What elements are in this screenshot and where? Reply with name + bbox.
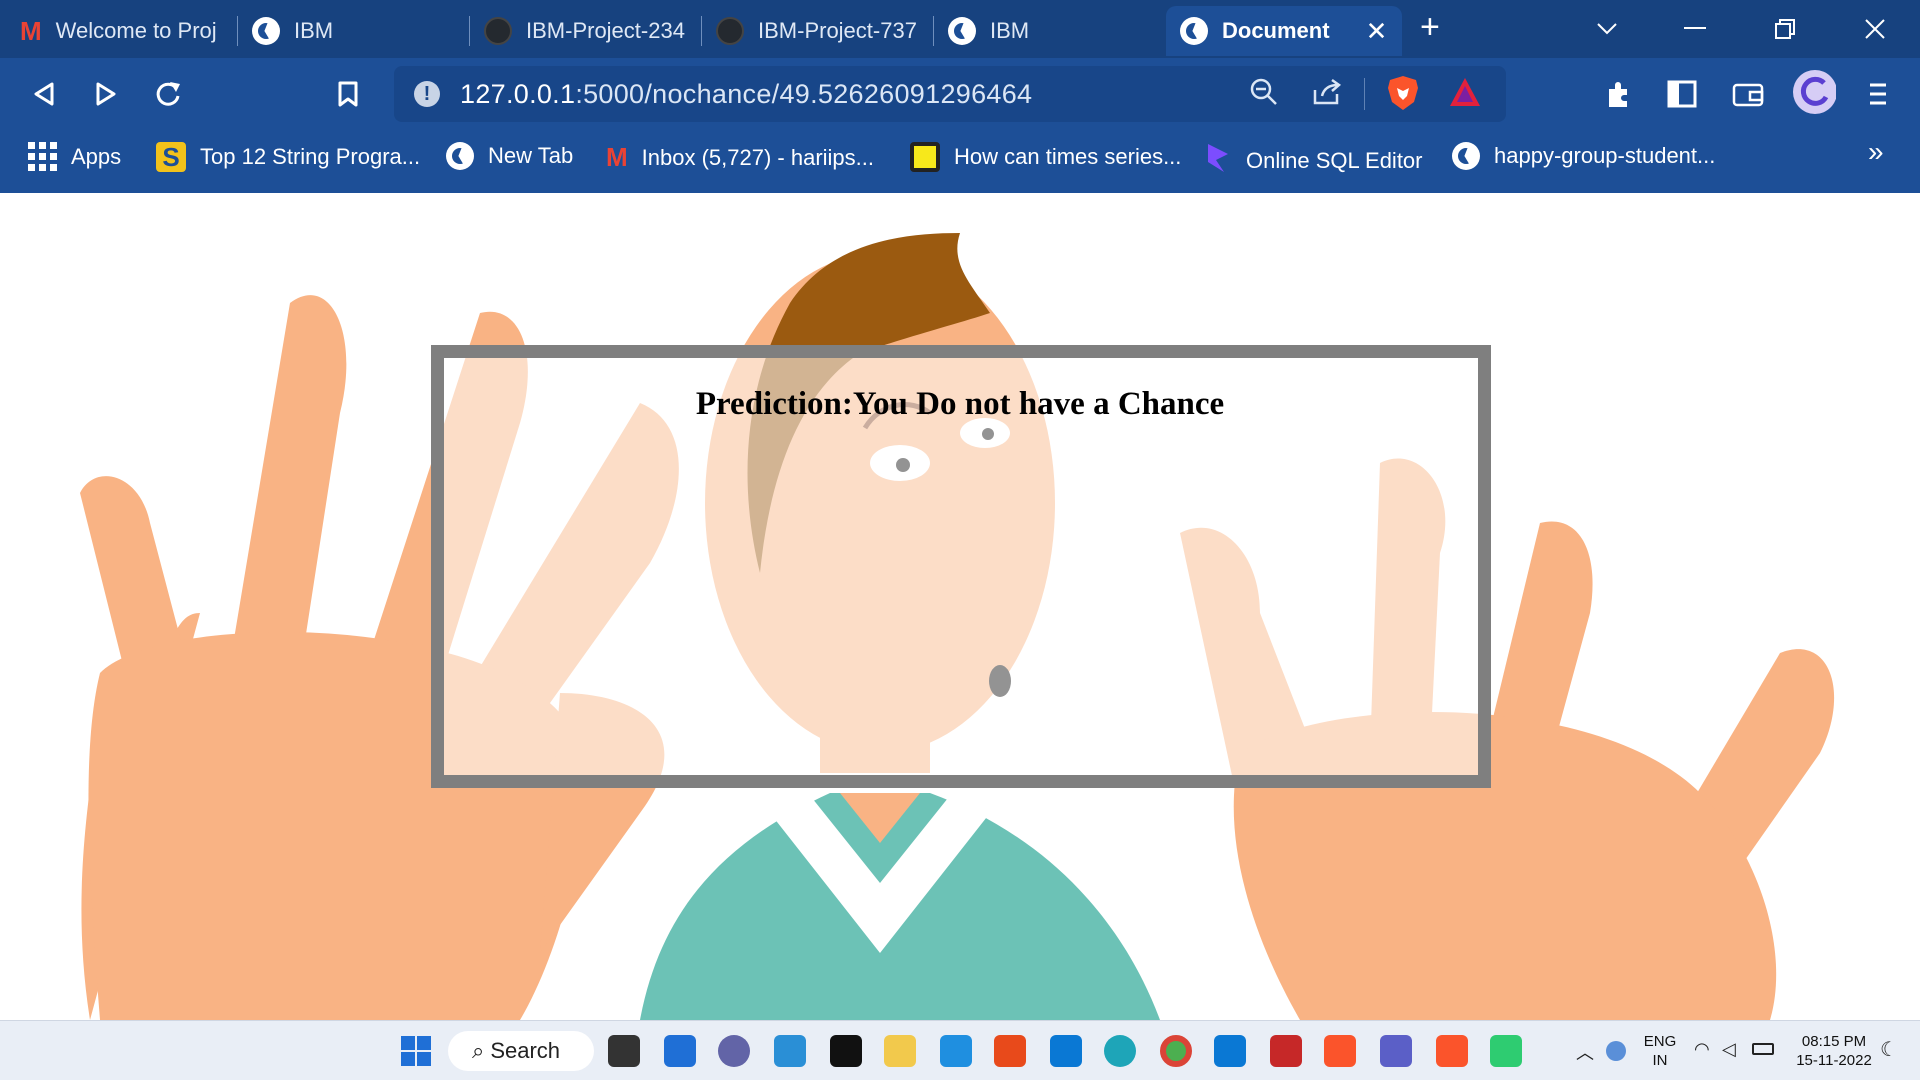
url-text[interactable]: 127.0.0.1:5000/nochance/49.5262609129646… <box>460 79 1032 110</box>
bookmark-happy-group[interactable]: happy-group-student... <box>1452 142 1715 170</box>
tab-ibm-project-737[interactable]: IBM-Project-737 <box>702 6 934 56</box>
brave-rewards-icon[interactable] <box>1448 76 1482 115</box>
l-app-icon[interactable] <box>940 1035 972 1067</box>
bookmark-apps[interactable]: Apps <box>28 142 121 171</box>
vscode-icon[interactable] <box>1214 1035 1246 1067</box>
widgets-icon[interactable] <box>664 1035 696 1067</box>
sql-editor-icon <box>1204 142 1232 180</box>
back-button[interactable] <box>22 72 66 116</box>
brave-active-icon[interactable] <box>1436 1035 1468 1067</box>
chrome-icon[interactable] <box>1160 1035 1192 1067</box>
globe-icon <box>948 17 976 45</box>
tab-ibm-2[interactable]: IBM <box>934 6 1166 56</box>
edge-icon[interactable] <box>1104 1035 1136 1067</box>
search-icon: ⌕ <box>472 1038 485 1063</box>
prediction-text: Prediction:You Do not have a Chance <box>695 386 1225 422</box>
task-view-icon[interactable] <box>608 1035 640 1067</box>
wallet-icon[interactable] <box>1726 72 1770 116</box>
tab-label: IBM <box>990 18 1030 43</box>
minimize-button[interactable] <box>1660 0 1730 58</box>
start-icon[interactable] <box>400 1035 432 1067</box>
clock[interactable]: 08:15 PM 15-11-2022 <box>1786 1032 1882 1070</box>
tab-strip: M Welcome to Proj IBM IBM-Project-234 IB… <box>0 0 1920 58</box>
brave-shields-icon[interactable] <box>1386 74 1420 119</box>
profile-avatar[interactable] <box>1792 70 1836 114</box>
volume-icon[interactable]: ◁ <box>1722 1039 1736 1060</box>
bookmark-label: Online SQL Editor <box>1246 148 1423 173</box>
brave-icon[interactable] <box>1324 1035 1356 1067</box>
tab-label: Document <box>1222 18 1330 43</box>
taskbar-search[interactable]: ⌕ Search <box>448 1031 594 1071</box>
sidebar-icon[interactable] <box>1660 72 1704 116</box>
browser-chrome: M Welcome to Proj IBM IBM-Project-234 IB… <box>0 0 1920 193</box>
reload-button[interactable] <box>146 72 190 116</box>
tab-ibm-project-234[interactable]: IBM-Project-234 <box>470 6 702 56</box>
outlook-icon[interactable] <box>1050 1035 1082 1067</box>
restore-button[interactable] <box>1750 0 1820 58</box>
more-bookmarks-button[interactable]: » <box>1868 136 1884 168</box>
globe-icon <box>446 142 474 170</box>
bookmark-label: New Tab <box>488 143 574 168</box>
tray-overflow-icon[interactable]: ︿ <box>1576 1039 1594 1065</box>
forward-button[interactable] <box>84 72 128 116</box>
globe-icon <box>1180 17 1208 45</box>
tab-label: Welcome to Proj <box>55 18 217 43</box>
tab-document[interactable]: Document ✕ <box>1166 6 1402 56</box>
taskbar: ⌕ Search ︿ ENG IN ◠ ◁ 08:15 PM 15-11-2022 … <box>0 1020 1920 1080</box>
yellow-square-icon <box>910 142 940 172</box>
bookmark-label: How can times series... <box>954 144 1182 169</box>
github-icon <box>484 17 512 45</box>
bookmark-new-tab[interactable]: New Tab <box>446 142 573 170</box>
bookmark-label: Top 12 String Progra... <box>200 144 421 169</box>
dolby-icon[interactable] <box>830 1035 862 1067</box>
office-icon[interactable] <box>994 1035 1026 1067</box>
focus-moon-icon[interactable]: ☾ <box>1880 1037 1898 1062</box>
bookmark-icon[interactable] <box>326 72 370 116</box>
s-logo-icon: S <box>156 142 186 172</box>
apps-grid-icon <box>28 142 57 171</box>
onedrive-icon[interactable] <box>1606 1041 1626 1061</box>
gmail-icon: M <box>606 142 628 172</box>
search-label: Search <box>490 1038 561 1063</box>
battery-icon[interactable] <box>1752 1043 1774 1055</box>
close-tab-icon[interactable]: ✕ <box>1366 16 1388 47</box>
desktop-app-icon[interactable] <box>774 1035 806 1067</box>
tab-label: IBM-Project-234 <box>526 18 685 43</box>
globe-icon <box>252 17 280 45</box>
tab-label: IBM <box>294 18 334 43</box>
wifi-icon[interactable]: ◠ <box>1694 1039 1710 1060</box>
zoom-icon[interactable] <box>1250 78 1278 113</box>
bookmark-sql-editor[interactable]: Online SQL Editor <box>1204 142 1423 180</box>
extensions-icon[interactable] <box>1598 72 1642 116</box>
bookmark-label: happy-group-student... <box>1494 143 1716 168</box>
globe-icon <box>1452 142 1480 170</box>
tab-welcome[interactable]: M Welcome to Proj <box>6 6 238 56</box>
bookmark-string-programs[interactable]: S Top 12 String Progra... <box>156 142 420 172</box>
bookmark-label: Inbox (5,727) - hariips... <box>641 144 875 170</box>
close-window-button[interactable] <box>1840 0 1910 58</box>
language-indicator[interactable]: ENG IN <box>1640 1032 1680 1070</box>
gmail-icon: M <box>20 15 42 46</box>
bookmark-label: Apps <box>71 143 122 169</box>
tab-ibm-1[interactable]: IBM <box>238 6 470 56</box>
messaging-app-icon[interactable] <box>1490 1035 1522 1067</box>
bookmarks-bar: Apps S Top 12 String Progra... New Tab M… <box>0 130 1920 193</box>
menu-icon[interactable] <box>1856 72 1900 116</box>
tab-search-chevron-icon[interactable] <box>1572 0 1642 58</box>
address-bar[interactable]: ! 127.0.0.1:5000/nochance/49.52626091296… <box>394 66 1506 122</box>
tab-label: IBM-Project-737 <box>758 18 917 43</box>
share-icon[interactable] <box>1312 78 1342 113</box>
bookmark-inbox[interactable]: M Inbox (5,727) - hariips... <box>606 142 874 173</box>
file-explorer-icon[interactable] <box>884 1035 916 1067</box>
github-icon <box>716 17 744 45</box>
toolbar: ! 127.0.0.1:5000/nochance/49.52626091296… <box>0 58 1920 130</box>
bookmark-time-series[interactable]: How can times series... <box>910 142 1181 172</box>
screen-recorder-icon[interactable] <box>1270 1035 1302 1067</box>
page-content: Prediction:You Do not have a Chance <box>0 193 1920 1020</box>
site-info-icon[interactable]: ! <box>414 81 440 107</box>
chat-icon[interactable] <box>718 1035 750 1067</box>
teams-icon[interactable] <box>1380 1035 1412 1067</box>
new-tab-button[interactable]: + <box>1420 8 1440 47</box>
